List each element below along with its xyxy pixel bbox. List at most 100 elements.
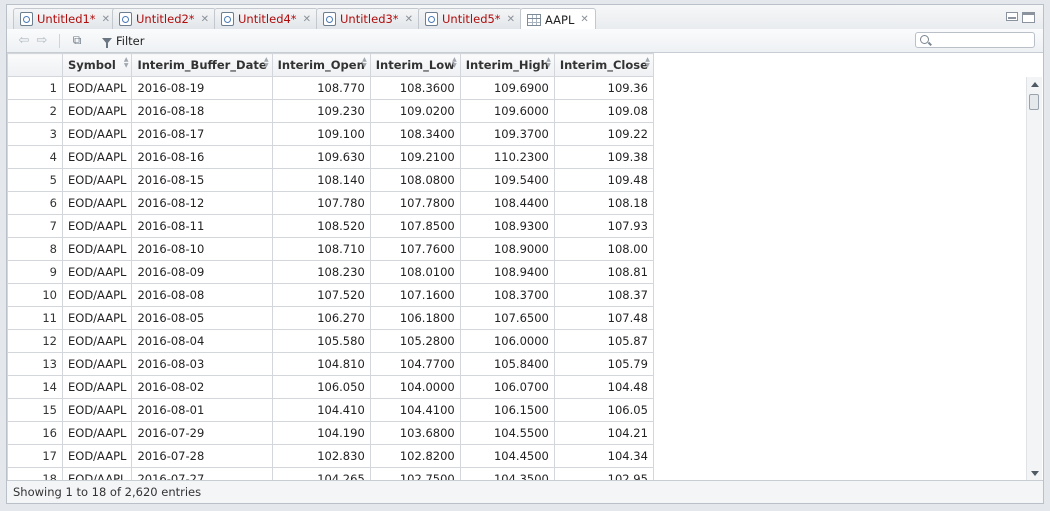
table-row[interactable]: 7 EOD/AAPL 2016-08-11 108.520 107.8500 108.93… [7, 214, 654, 238]
scroll-down-icon[interactable] [1031, 471, 1039, 476]
date-cell: 2016-08-19 [131, 76, 273, 100]
sort-icon: ▲ ▼ [546, 56, 551, 69]
row-number-cell: 1 [7, 76, 63, 100]
symbol-cell: EOD/AAPL [61, 283, 133, 307]
open-cell: 104.190 [271, 421, 371, 445]
tab-untitled3[interactable]: Untitled3* ✕ [316, 8, 420, 29]
scrollbar-thumb[interactable] [1029, 94, 1039, 110]
forward-arrow-icon[interactable]: ⇨ [33, 33, 51, 48]
symbol-cell: EOD/AAPL [61, 329, 133, 353]
tab-untitled4[interactable]: Untitled4* ✕ [214, 8, 318, 29]
table-row[interactable]: 10 EOD/AAPL 2016-08-08 107.520 107.1600 108.3… [7, 283, 654, 307]
table-row[interactable]: 3 EOD/AAPL 2016-08-17 109.100 108.3400 109.37… [7, 122, 654, 146]
table-row[interactable]: 2 EOD/AAPL 2016-08-18 109.230 109.0200 109.60… [7, 99, 654, 123]
window-controls [1006, 12, 1035, 23]
high-cell: 106.1500 [459, 398, 555, 422]
column-header-label: Symbol [68, 58, 116, 72]
symbol-cell: EOD/AAPL [61, 168, 133, 192]
low-cell: 107.7800 [369, 191, 461, 215]
column-header-interim-low[interactable]: Interim_Low ▲ ▼ [369, 53, 461, 77]
toolbar-divider [59, 33, 60, 48]
table-row[interactable]: 16 EOD/AAPL 2016-07-29 104.190 103.6800 104.5… [7, 421, 654, 445]
date-cell: 2016-08-05 [131, 306, 273, 330]
column-header-symbol[interactable]: Symbol ▲ ▼ [61, 53, 133, 77]
table-row[interactable]: 11 EOD/AAPL 2016-08-05 106.270 106.1800 107.6… [7, 306, 654, 330]
symbol-cell: EOD/AAPL [61, 122, 133, 146]
table-row[interactable]: 18 EOD/AAPL 2016-07-27 104.265 102.7500 104.3… [7, 467, 654, 481]
close-icon[interactable]: ✕ [102, 14, 110, 25]
toolbar: ⇦ ⇨ ⧉ Filter [7, 29, 1043, 53]
high-cell: 109.6900 [459, 76, 555, 100]
tab-label: Untitled1* [37, 12, 96, 26]
entries-status-text: Showing 1 to 18 of 2,620 entries [13, 485, 202, 499]
high-cell: 109.6000 [459, 99, 555, 123]
open-cell: 107.520 [271, 283, 371, 307]
r-script-icon [20, 12, 33, 26]
column-header-interim-buffer-date[interactable]: Interim_Buffer_Date ▲ ▼ [131, 53, 273, 77]
sort-icon: ▲ ▼ [362, 56, 367, 69]
sort-icon: ▲ ▼ [264, 56, 269, 69]
symbol-cell: EOD/AAPL [61, 375, 133, 399]
table-row[interactable]: 17 EOD/AAPL 2016-07-28 102.830 102.8200 104.4… [7, 444, 654, 468]
table-row[interactable]: 13 EOD/AAPL 2016-08-03 104.810 104.7700 105.8… [7, 352, 654, 376]
table-row[interactable]: 4 EOD/AAPL 2016-08-16 109.630 109.2100 110.23… [7, 145, 654, 169]
date-cell: 2016-07-28 [131, 444, 273, 468]
table-row[interactable]: 5 EOD/AAPL 2016-08-15 108.140 108.0800 109.54… [7, 168, 654, 192]
row-number-cell: 3 [7, 122, 63, 146]
close-icon[interactable]: ✕ [201, 14, 209, 25]
close-icon[interactable]: ✕ [405, 14, 413, 25]
r-script-icon [425, 12, 438, 26]
scroll-up-icon[interactable] [1031, 82, 1039, 87]
open-cell: 108.770 [271, 76, 371, 100]
high-cell: 109.3700 [459, 122, 555, 146]
tab-untitled5[interactable]: Untitled5* ✕ [418, 8, 522, 29]
column-header-label: Interim_Open [277, 58, 365, 72]
open-cell: 109.230 [271, 99, 371, 123]
search-input[interactable] [934, 34, 1024, 47]
tab-untitled2[interactable]: Untitled2* ✕ [112, 8, 216, 29]
back-arrow-icon[interactable]: ⇦ [15, 33, 33, 48]
row-number-cell: 5 [7, 168, 63, 192]
table-row[interactable]: 14 EOD/AAPL 2016-08-02 106.050 104.0000 106.0… [7, 375, 654, 399]
close-cell: 104.48 [553, 375, 654, 399]
tab-untitled1[interactable]: Untitled1* ✕ [13, 8, 117, 29]
low-cell: 106.1800 [369, 306, 461, 330]
date-cell: 2016-08-04 [131, 329, 273, 353]
maximize-icon[interactable] [1022, 12, 1035, 23]
row-number-cell: 2 [7, 99, 63, 123]
column-header-label: Interim_High [465, 58, 549, 72]
tab-label: Untitled5* [442, 12, 501, 26]
close-icon[interactable]: ✕ [303, 14, 311, 25]
row-number-cell: 6 [7, 191, 63, 215]
minimize-icon[interactable] [1006, 12, 1018, 21]
date-cell: 2016-08-18 [131, 99, 273, 123]
tab-bar: Untitled1* ✕ Untitled2* ✕ Untitled4* ✕ U… [7, 5, 1043, 30]
low-cell: 108.3400 [369, 122, 461, 146]
low-cell: 107.7600 [369, 237, 461, 261]
show-in-window-icon[interactable]: ⧉ [68, 33, 86, 48]
open-cell: 109.100 [271, 122, 371, 146]
table-row[interactable]: 12 EOD/AAPL 2016-08-04 105.580 105.2800 106.0… [7, 329, 654, 353]
table-row[interactable]: 8 EOD/AAPL 2016-08-10 108.710 107.7600 108.90… [7, 237, 654, 261]
close-icon[interactable]: ✕ [580, 14, 588, 25]
table-row[interactable]: 1 EOD/AAPL 2016-08-19 108.770 108.3600 109.69… [7, 76, 654, 100]
table-row[interactable]: 6 EOD/AAPL 2016-08-12 107.780 107.7800 108.44… [7, 191, 654, 215]
date-cell: 2016-08-08 [131, 283, 273, 307]
filter-button[interactable]: Filter [102, 34, 144, 48]
close-cell: 105.87 [553, 329, 654, 353]
r-script-icon [323, 12, 336, 26]
high-cell: 110.2300 [459, 145, 555, 169]
close-icon[interactable]: ✕ [507, 14, 515, 25]
column-header-interim-open[interactable]: Interim_Open ▲ ▼ [271, 53, 371, 77]
low-cell: 109.2100 [369, 145, 461, 169]
table-row[interactable]: 15 EOD/AAPL 2016-08-01 104.410 104.4100 106.1… [7, 398, 654, 422]
row-number-cell: 12 [7, 329, 63, 353]
tab-aapl[interactable]: AAPL ✕ [520, 8, 596, 30]
row-number-cell: 7 [7, 214, 63, 238]
search-box[interactable] [915, 32, 1035, 48]
column-header-interim-high[interactable]: Interim_High ▲ ▼ [459, 53, 555, 77]
open-cell: 108.140 [271, 168, 371, 192]
table-row[interactable]: 9 EOD/AAPL 2016-08-09 108.230 108.0100 108.94… [7, 260, 654, 284]
column-header-interim-close[interactable]: Interim_Close ▲ ▼ [553, 53, 654, 77]
vertical-scrollbar[interactable] [1026, 77, 1042, 481]
